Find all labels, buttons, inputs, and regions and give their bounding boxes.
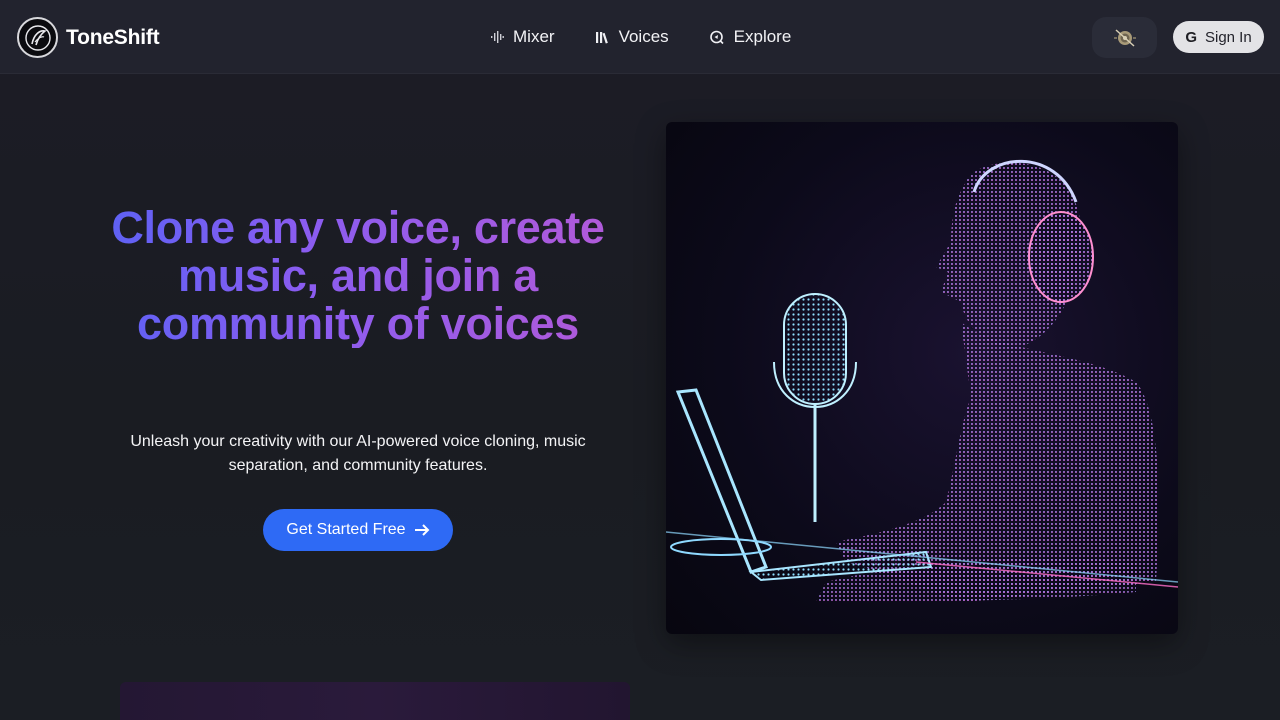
nav-mixer[interactable]: Mixer [490,27,555,47]
feature-card-preview [120,682,630,720]
explore-icon [709,30,724,45]
brand-name: ToneShift [66,25,160,49]
arrow-right-icon [414,524,429,536]
waveform-icon [491,31,504,43]
logo-icon [17,17,58,58]
hero-title: Clone any voice, create music, and join … [88,204,628,348]
theme-toggle-button[interactable] [1092,17,1157,58]
top-nav-bar: ToneShift Mixer Voices Explore G Sign In [0,0,1280,74]
main-nav: Mixer Voices Explore [490,0,791,74]
theme-toggle-icon [1113,28,1136,47]
nav-mixer-label: Mixer [513,27,555,46]
hero-subtitle: Unleash your creativity with our AI-powe… [130,433,586,474]
google-icon: G [1185,28,1197,46]
sign-in-button[interactable]: G Sign In [1173,21,1264,53]
brand[interactable]: ToneShift [17,17,160,58]
nav-voices[interactable]: Voices [595,27,669,47]
person-with-microphone-illustration [666,159,1178,602]
library-icon [595,31,608,44]
get-started-label: Get Started Free [286,521,406,538]
get-started-button[interactable]: Get Started Free [263,509,453,551]
nav-voices-label: Voices [618,27,669,46]
sign-in-label: Sign In [1204,28,1252,46]
nav-explore-label: Explore [733,27,792,46]
nav-explore[interactable]: Explore [709,27,792,47]
hero-illustration [666,122,1178,634]
